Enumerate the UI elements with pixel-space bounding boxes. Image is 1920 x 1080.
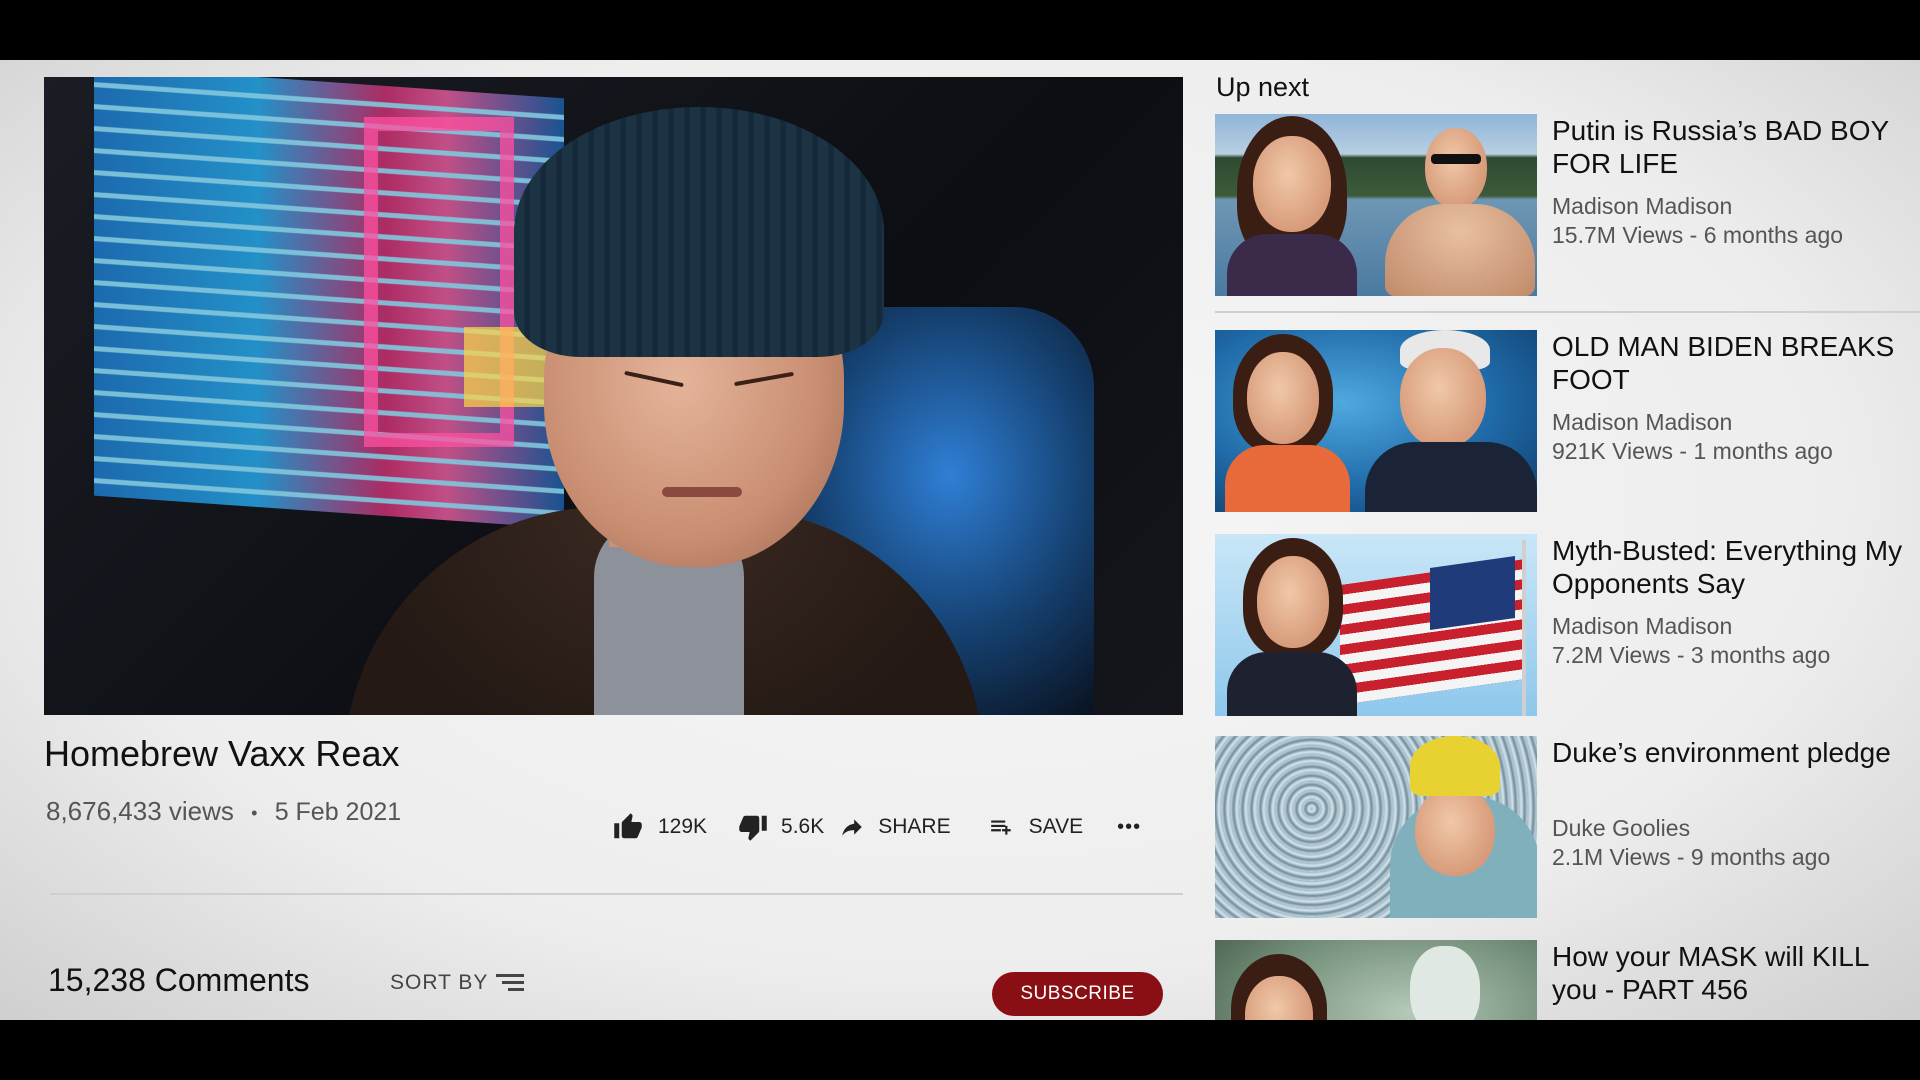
video-thumbnail[interactable]	[1215, 736, 1537, 918]
subscribe-button[interactable]: SUBSCRIBE	[992, 972, 1163, 1016]
thumb-biden-face	[1400, 348, 1486, 448]
share-button[interactable]: SHARE	[838, 814, 951, 840]
video-title: Homebrew Vaxx Reax	[44, 733, 400, 774]
recommended-video-channel: Madison Madison	[1552, 193, 1733, 219]
recommended-video[interactable]: How your MASK will KILL you - PART 456	[1215, 940, 1915, 1020]
thumb-anchor-dress	[1227, 234, 1357, 296]
action-bar: 129K 5.6K SHARE SAVE •••	[612, 812, 1141, 842]
thumb-duke-face	[1415, 786, 1495, 876]
video-frame-beanie	[514, 107, 884, 357]
save-button[interactable]: SAVE	[987, 814, 1083, 840]
video-thumbnail[interactable]	[1215, 534, 1537, 716]
recommended-video-meta: 15.7M Views - 6 months ago	[1552, 222, 1844, 248]
recommended-video-meta: 2.1M Views - 9 months ago	[1552, 844, 1831, 870]
recommended-video-channel: Duke Goolies	[1552, 815, 1691, 841]
thumb-flagpole	[1522, 540, 1526, 716]
thumb-anchor-dress	[1227, 652, 1357, 716]
recommended-video-title: Duke’s environment pledge	[1552, 737, 1891, 768]
view-count: 8,676,433 views	[46, 796, 234, 826]
publish-date: 5 Feb 2021	[274, 798, 402, 826]
video-thumbnail[interactable]	[1215, 940, 1537, 1020]
video-thumbnail[interactable]	[1215, 114, 1537, 296]
recommended-video[interactable]: OLD MAN BIDEN BREAKS FOOT Madison Madiso…	[1215, 330, 1915, 512]
recommended-video-channel: Madison Madison	[1552, 409, 1733, 435]
share-arrow-icon	[842, 819, 862, 836]
video-frame-mouth	[662, 487, 742, 497]
dislike-count: 5.6K	[781, 815, 825, 838]
thumb-sunglasses	[1431, 154, 1481, 164]
recommended-video-channel: Madison Madison	[1552, 613, 1733, 639]
youtube-watch-page: Homebrew Vaxx Reax 8,676,433 views • 5 F…	[0, 60, 1920, 1020]
thumb-gas-mask	[1410, 946, 1480, 1020]
recommended-video-title: Myth-Busted: Everything My Opponents Say	[1552, 535, 1903, 599]
thumb-biden-suit	[1365, 442, 1537, 512]
thumb-anchor-face	[1247, 352, 1319, 444]
share-label: SHARE	[878, 815, 951, 838]
thumb-putin-face	[1425, 128, 1487, 208]
video-thumbnail[interactable]	[1215, 330, 1537, 512]
more-dots-icon: •••	[1117, 815, 1142, 838]
recommended-video[interactable]: Myth-Busted: Everything My Opponents Say…	[1215, 534, 1915, 716]
recommended-video-meta: 921K Views - 1 months ago	[1552, 438, 1833, 464]
up-next-heading: Up next	[1216, 72, 1310, 102]
recommended-video-title: How your MASK will KILL you - PART 456	[1552, 941, 1869, 1005]
recommended-video[interactable]: Duke’s environment pledge Duke Goolies 2…	[1215, 736, 1915, 918]
sort-by-label: SORT BY	[390, 971, 489, 994]
thumb-anchor-face	[1253, 136, 1331, 232]
like-button[interactable]: 129K	[612, 812, 707, 842]
section-divider	[50, 893, 1183, 895]
more-actions-button[interactable]: •••	[1117, 816, 1141, 839]
playlist-add-icon	[990, 820, 1011, 835]
thumb-flag-canton	[1430, 556, 1515, 630]
comments-count: 15,238 Comments	[48, 962, 310, 998]
thumb-down-icon	[739, 815, 767, 841]
dislike-button[interactable]: 5.6K	[737, 812, 824, 842]
stats-separator: •	[251, 802, 258, 823]
recommended-video-meta: 7.2M Views - 3 months ago	[1552, 642, 1831, 668]
video-stats: 8,676,433 views • 5 Feb 2021	[46, 796, 401, 827]
sort-by-button[interactable]: SORT BY	[390, 971, 525, 995]
sort-lines-icon	[496, 974, 525, 991]
thumb-anchor-dress	[1225, 445, 1350, 512]
thumb-anchor-face	[1257, 556, 1329, 648]
recommended-video-title: OLD MAN BIDEN BREAKS FOOT	[1552, 331, 1895, 395]
thumb-putin-torso	[1385, 204, 1535, 296]
like-count: 129K	[658, 815, 708, 838]
recommended-video-title: Putin is Russia’s BAD BOY FOR LIFE	[1552, 115, 1889, 179]
thumb-up-icon	[614, 813, 642, 839]
video-player[interactable]	[44, 77, 1183, 715]
recommended-video[interactable]: Putin is Russia’s BAD BOY FOR LIFE Madis…	[1215, 114, 1915, 296]
save-label: SAVE	[1028, 815, 1084, 838]
up-next-divider	[1215, 311, 1920, 313]
thumb-yellow-beanie	[1410, 736, 1500, 796]
